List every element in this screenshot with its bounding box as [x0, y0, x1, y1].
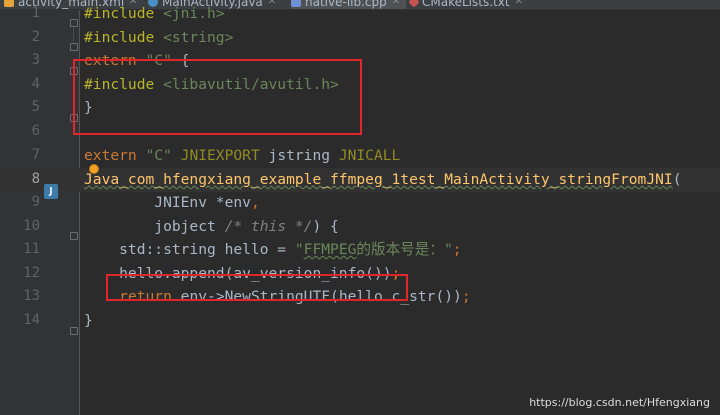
lightbulb-icon[interactable] — [90, 165, 98, 173]
line-number: 4 — [31, 76, 40, 93]
highlight-box-extern-c — [73, 59, 362, 135]
code-text: #include <jni.h> — [84, 2, 225, 26]
code-token: #include — [84, 29, 164, 47]
fold-guide — [73, 28, 74, 42]
code-token: Java_com_hfengxiang_example_ffmpeg_1test… — [84, 171, 673, 189]
code-token: , — [250, 194, 260, 212]
line-number: 9 — [31, 194, 40, 211]
code-token: " — [294, 241, 304, 259]
code-token: } — [84, 312, 93, 330]
code-line[interactable]: 10 jobject /* this */) { — [0, 215, 720, 239]
code-line[interactable]: 1 #include <jni.h> — [0, 2, 720, 26]
code-text: } — [84, 309, 93, 333]
code-token: <jni.h> — [163, 5, 225, 23]
code-token: ; — [461, 288, 471, 306]
code-text: std::string hello = "FFMPEG的版本号是："; — [84, 238, 462, 262]
line-number: 12 — [23, 265, 40, 282]
line-number: 14 — [23, 312, 40, 329]
line-number: 8 — [31, 171, 40, 188]
code-text: jobject /* this */) { — [84, 215, 339, 239]
java-navigate-icon[interactable]: J — [44, 184, 58, 199]
code-token: "C" — [145, 147, 172, 165]
line-number: 6 — [31, 123, 40, 140]
line-number: 5 — [31, 99, 40, 116]
code-text: JNIEnv *env, — [84, 191, 260, 215]
code-token: <string> — [163, 29, 234, 47]
code-token: FFMPEG — [303, 241, 357, 259]
code-token: JNIEXPORT — [171, 147, 269, 165]
code-line[interactable]: 9 JNIEnv *env, — [0, 191, 720, 215]
code-token: ( — [672, 171, 682, 189]
code-line[interactable]: 14} — [0, 309, 720, 333]
code-token: /* this */ — [224, 218, 313, 236]
code-token: ; — [452, 241, 462, 259]
code-token: JNIEnv *env — [84, 194, 251, 212]
code-line[interactable]: 11 std::string hello = "FFMPEG的版本号是："; — [0, 238, 720, 262]
code-token: extern — [84, 147, 146, 165]
fold-marker-icon[interactable] — [70, 232, 78, 240]
line-number: 1 — [31, 5, 40, 22]
code-token: jobject — [84, 218, 225, 236]
fold-marker-icon[interactable] — [70, 43, 78, 51]
line-number: 7 — [31, 147, 40, 164]
line-number: 10 — [23, 218, 40, 235]
line-number: 2 — [31, 29, 40, 46]
line-number: 13 — [23, 288, 40, 305]
line-number: 3 — [31, 52, 40, 69]
code-token: ) { — [312, 218, 339, 236]
code-token: jstring — [268, 147, 339, 165]
fold-marker-icon[interactable] — [70, 327, 78, 335]
code-line[interactable]: 2 #include <string> — [0, 26, 720, 50]
code-token: #include — [84, 5, 164, 23]
code-line[interactable]: 8 Java_com_hfengxiang_example_ffmpeg_1tes… — [0, 168, 720, 192]
code-token: JNICALL — [338, 147, 401, 165]
watermark: https://blog.csdn.net/Hfengxiang — [529, 396, 710, 409]
fold-marker-icon[interactable] — [70, 19, 78, 27]
code-text: #include <string> — [84, 26, 233, 50]
code-text: extern "C" JNIEXPORT jstring JNICALL — [84, 144, 400, 168]
code-token: 的版本号是：" — [356, 241, 453, 259]
line-number: 11 — [23, 241, 40, 258]
highlight-box-append — [106, 274, 408, 301]
code-text: Java_com_hfengxiang_example_ffmpeg_1test… — [84, 168, 681, 192]
code-token: std::string hello = — [84, 241, 295, 259]
code-line[interactable]: 7 extern "C" JNIEXPORT jstring JNICALL — [0, 144, 720, 168]
